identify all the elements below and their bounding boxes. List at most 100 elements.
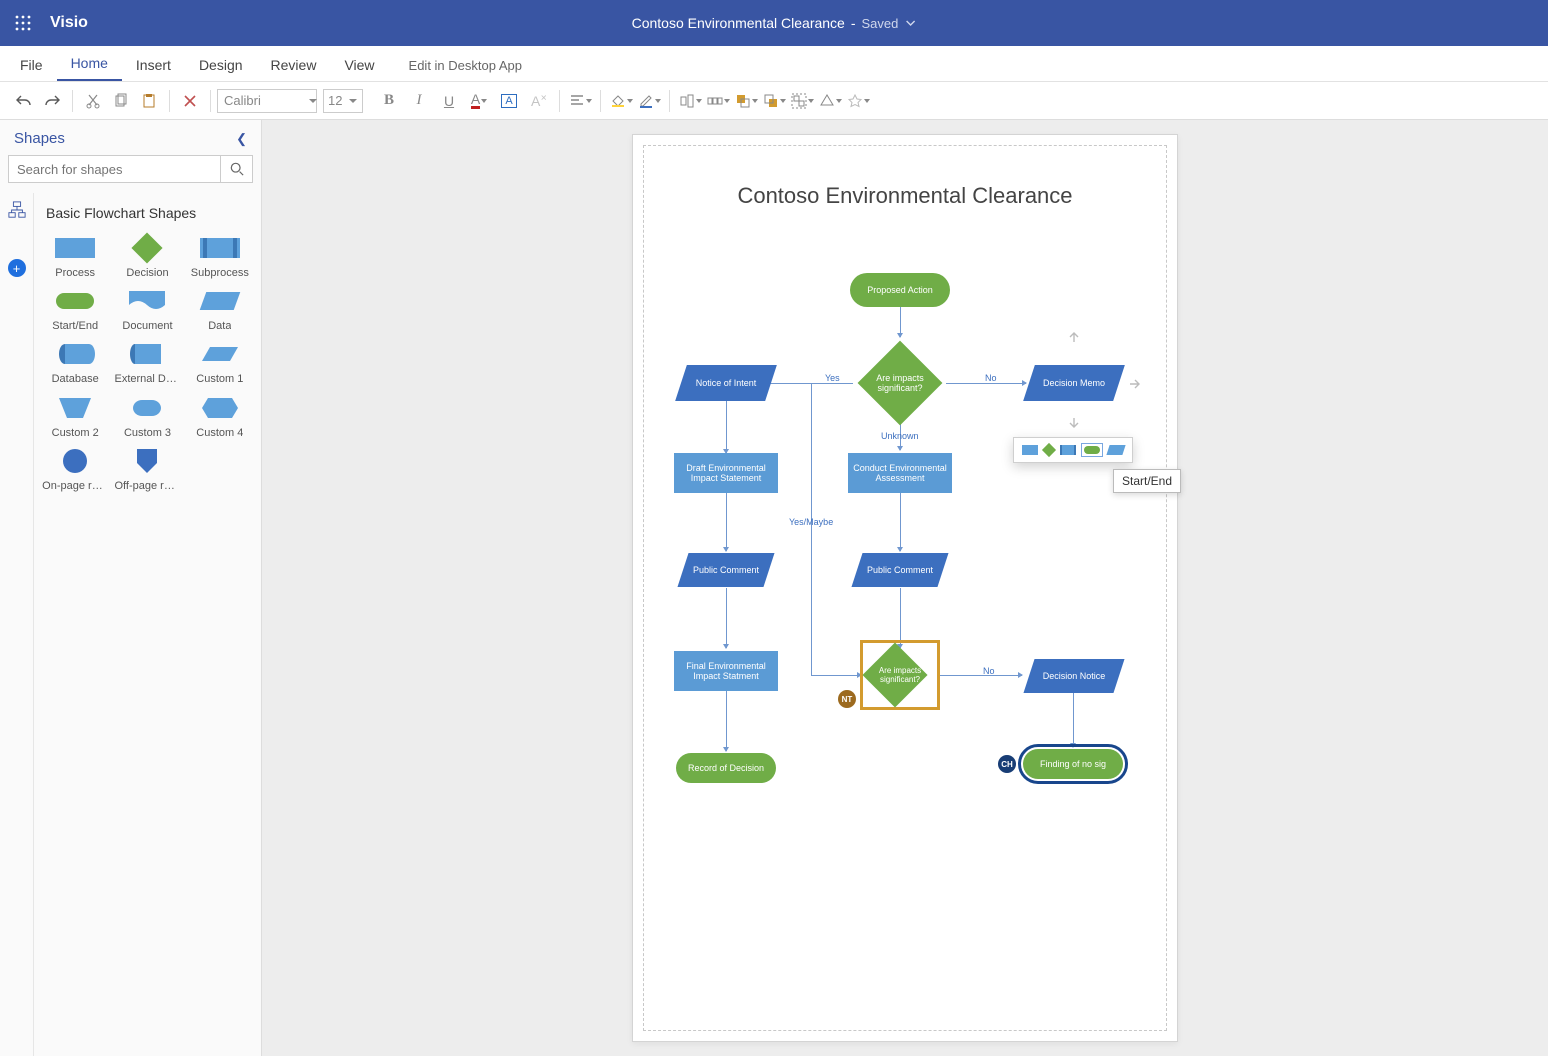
tab-home[interactable]: Home: [57, 47, 122, 81]
shape-public-comment-left[interactable]: Public Comment: [683, 553, 769, 587]
stencil-shape-subprocess[interactable]: Subprocess: [185, 235, 255, 280]
paste-button[interactable]: [135, 87, 163, 115]
connector[interactable]: [726, 588, 727, 648]
connector[interactable]: [811, 675, 861, 676]
stencil-shape-offpage[interactable]: Off-page ref…: [112, 448, 182, 493]
change-shape-button[interactable]: [816, 87, 844, 115]
shape-final-eis[interactable]: Final Environmental Impact Statment: [674, 651, 778, 691]
bring-front-button[interactable]: [732, 87, 760, 115]
connector[interactable]: [940, 675, 1022, 676]
autoconnect-right-icon[interactable]: [1129, 377, 1141, 391]
clear-format-button[interactable]: A✕: [525, 87, 553, 115]
shapes-search-button[interactable]: [221, 155, 253, 183]
mini-shape-startend[interactable]: [1082, 444, 1102, 456]
canvas-area[interactable]: Contoso Environmental Clearance: [262, 120, 1548, 1056]
connector[interactable]: [811, 383, 812, 675]
tab-file[interactable]: File: [6, 49, 57, 81]
italic-button[interactable]: I: [405, 87, 433, 115]
stencil-shape-extdata[interactable]: External Data: [112, 341, 182, 386]
group-icon: [791, 93, 807, 109]
shape-proposed-action[interactable]: Proposed Action: [850, 273, 950, 307]
shape-styles-button[interactable]: [844, 87, 872, 115]
stencil-shape-data[interactable]: Data: [185, 288, 255, 333]
stencil-shape-database[interactable]: Database: [40, 341, 110, 386]
send-back-button[interactable]: [760, 87, 788, 115]
copy-button[interactable]: [107, 87, 135, 115]
tab-view[interactable]: View: [330, 49, 388, 81]
shape-record-decision[interactable]: Record of Decision: [676, 753, 776, 783]
shape-conduct-ea[interactable]: Conduct Environmental Assessment: [848, 453, 952, 493]
tab-design[interactable]: Design: [185, 49, 257, 81]
edge-label-no2: No: [983, 666, 995, 676]
connector[interactable]: [1073, 693, 1074, 747]
mini-shape-process[interactable]: [1022, 445, 1038, 455]
bring-front-icon: [735, 93, 751, 109]
shape-public-comment-right[interactable]: Public Comment: [857, 553, 943, 587]
connector[interactable]: [900, 307, 901, 337]
mini-shape-data[interactable]: [1108, 445, 1124, 455]
position-button[interactable]: [704, 87, 732, 115]
stencil-shape-cust2[interactable]: Custom 2: [40, 395, 110, 440]
tab-review[interactable]: Review: [257, 49, 331, 81]
connector[interactable]: [946, 383, 1026, 384]
connector[interactable]: [726, 401, 727, 453]
group-button[interactable]: [788, 87, 816, 115]
cut-button[interactable]: [79, 87, 107, 115]
autoconnect-up-icon[interactable]: [1065, 331, 1083, 343]
shapes-panel: Shapes ❮ + Basic Flowchart Shapes Proces…: [0, 120, 262, 1056]
coauthor-badge-ch[interactable]: CH: [998, 755, 1016, 773]
stencil-shape-cust3[interactable]: Custom 3: [112, 395, 182, 440]
delete-button[interactable]: [176, 87, 204, 115]
stencil-shape-label: Process: [55, 267, 95, 280]
font-size-select[interactable]: [323, 89, 363, 113]
text-highlight-button[interactable]: A: [495, 87, 523, 115]
mini-shape-decision[interactable]: [1044, 445, 1054, 455]
stencil-shape-label: Decision: [126, 267, 168, 280]
underline-button[interactable]: U: [435, 87, 463, 115]
fill-color-button[interactable]: [607, 87, 635, 115]
app-launcher-button[interactable]: [0, 0, 46, 46]
document-status: Saved: [862, 16, 899, 31]
connector[interactable]: [726, 691, 727, 751]
edit-in-desktop-button[interactable]: Edit in Desktop App: [409, 58, 522, 81]
connector[interactable]: [726, 493, 727, 551]
connector[interactable]: [900, 491, 901, 551]
shape-finding[interactable]: Finding of no sig: [1023, 749, 1123, 779]
shape-notice-intent[interactable]: Notice of Intent: [681, 365, 771, 401]
stencil-shape-decision[interactable]: Decision: [112, 235, 182, 280]
shape-impacts-1[interactable]: Are impacts significant?: [870, 353, 930, 413]
stencil-shape-cust1[interactable]: Custom 1: [185, 341, 255, 386]
connector[interactable]: [900, 588, 901, 648]
line-color-button[interactable]: [635, 87, 663, 115]
align-button[interactable]: [566, 87, 594, 115]
tab-insert[interactable]: Insert: [122, 49, 185, 81]
shape-decision-memo[interactable]: Decision Memo: [1029, 365, 1119, 401]
font-family-select[interactable]: [217, 89, 317, 113]
stencil-shape-process[interactable]: Process: [40, 235, 110, 280]
title-bar: Visio Contoso Environmental Clearance - …: [0, 0, 1548, 46]
collapse-shapes-button[interactable]: ❮: [236, 131, 247, 147]
font-color-icon: A: [471, 92, 480, 109]
stencil-shape-label: Custom 4: [196, 427, 243, 440]
mini-shape-subprocess[interactable]: [1060, 445, 1076, 455]
shape-draft-eis[interactable]: Draft Environmental Impact Statement: [674, 453, 778, 493]
stencil-shape-onpage[interactable]: On-page ref…: [40, 448, 110, 493]
align-shapes-button[interactable]: [676, 87, 704, 115]
drawing-page[interactable]: Contoso Environmental Clearance: [632, 134, 1178, 1042]
stencil-shape-cust4[interactable]: Custom 4: [185, 395, 255, 440]
stencil-flowchart-button[interactable]: [6, 199, 28, 221]
document-title-button[interactable]: Contoso Environmental Clearance - Saved: [632, 15, 917, 31]
shapes-search-input[interactable]: [8, 155, 221, 183]
shape-impacts-2[interactable]: Are impacts significant?: [865, 645, 935, 705]
font-color-button[interactable]: A: [465, 87, 493, 115]
coauthor-badge-nt[interactable]: NT: [838, 690, 856, 708]
shape-decision-notice[interactable]: Decision Notice: [1029, 659, 1119, 693]
redo-button[interactable]: [38, 87, 66, 115]
autoconnect-down-icon[interactable]: [1065, 417, 1083, 429]
undo-button[interactable]: [10, 87, 38, 115]
stencil-shape-startend[interactable]: Start/End: [40, 288, 110, 333]
bold-button[interactable]: B: [375, 87, 403, 115]
connector[interactable]: [767, 383, 811, 384]
stencil-shape-document[interactable]: Document: [112, 288, 182, 333]
add-stencil-button[interactable]: +: [8, 259, 26, 277]
